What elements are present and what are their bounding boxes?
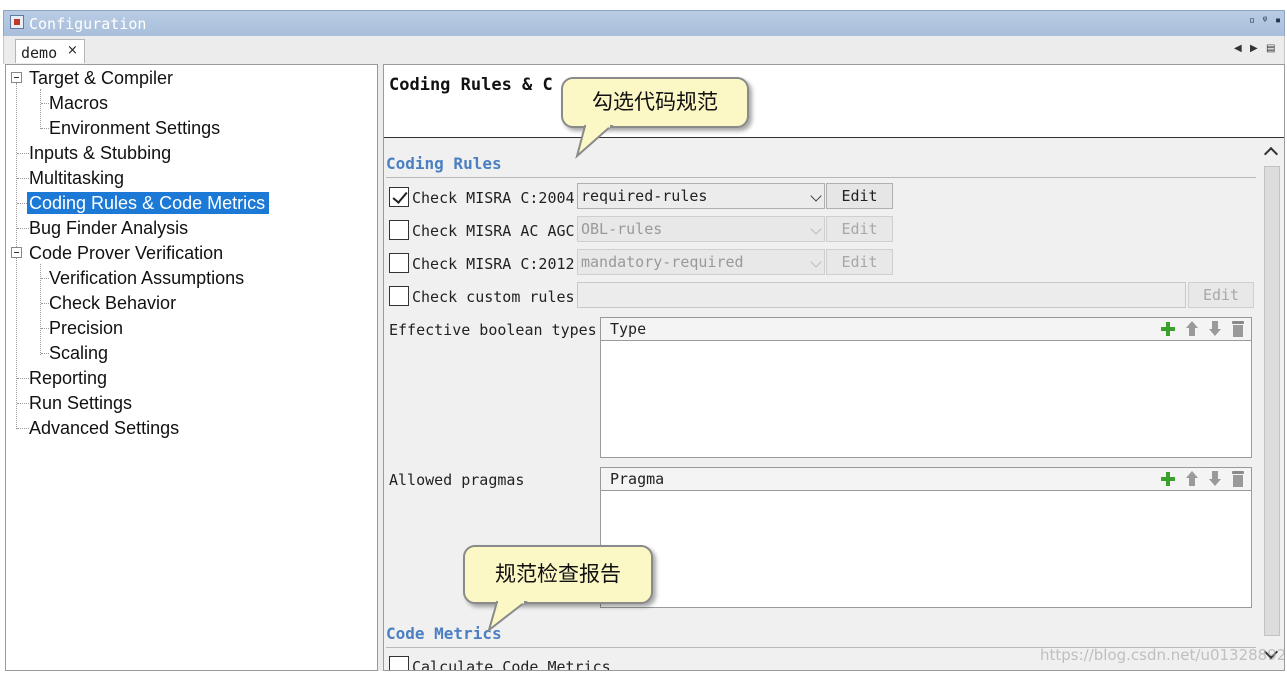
scroll-up-icon[interactable] (1263, 146, 1279, 162)
select-value: mandatory-required (581, 253, 744, 271)
add-icon[interactable] (1160, 471, 1176, 487)
delete-icon[interactable] (1230, 321, 1246, 337)
tree-item-check-behavior[interactable]: Check Behavior (49, 292, 176, 314)
tree-item-environment-settings[interactable]: Environment Settings (49, 117, 220, 139)
window-title: Configuration (29, 15, 147, 33)
tree-line (41, 103, 49, 104)
tab-strip: demo × ◀ ▶ ▤ (3, 36, 1285, 64)
tree-line (41, 328, 49, 329)
misra-c2004-select[interactable]: required-rules (577, 183, 825, 209)
tree-line (41, 278, 49, 279)
collapse-toggle-icon[interactable] (11, 72, 22, 83)
config-tree: Target & Compiler Macros Environment Set… (5, 64, 378, 671)
scrollbar-thumb[interactable] (1264, 166, 1280, 636)
misra-c2012-edit-button: Edit (826, 249, 893, 275)
pin-icon[interactable]: ᵠ (1259, 14, 1271, 28)
tab-scroll-right-icon[interactable]: ▶ (1250, 43, 1258, 54)
misra-ac-agc-label: Check MISRA AC AGC (412, 222, 575, 240)
callout-top: 勾选代码规范 (561, 77, 749, 159)
misra-c2004-edit-button[interactable]: Edit (826, 183, 893, 209)
table-header: Pragma (601, 468, 1251, 491)
misra-ac-agc-checkbox[interactable] (389, 220, 409, 240)
tree-item-target-compiler[interactable]: Target & Compiler (29, 67, 173, 89)
callout-bottom-text: 规范检查报告 (495, 562, 621, 586)
page-header: Coding Rules & C (384, 65, 1284, 138)
tree-item-coding-rules[interactable]: Coding Rules & Code Metrics (27, 192, 270, 214)
tree-item-multitasking[interactable]: Multitasking (29, 167, 124, 189)
tree-line (17, 178, 29, 179)
tree-item-advanced-settings[interactable]: Advanced Settings (29, 417, 179, 439)
pragmas-label: Allowed pragmas (389, 471, 525, 489)
tree-item-precision[interactable]: Precision (49, 317, 123, 339)
custom-rules-input[interactable] (577, 282, 1186, 308)
tree-line (17, 153, 29, 154)
tree-line (40, 89, 41, 129)
custom-rules-edit-button: Edit (1188, 282, 1254, 308)
move-down-icon[interactable] (1207, 471, 1223, 487)
tree-item-code-prover[interactable]: Code Prover Verification (29, 242, 223, 264)
column-header-type: Type (610, 320, 647, 338)
tree-item-scaling[interactable]: Scaling (49, 342, 108, 364)
chevron-down-icon (810, 190, 822, 202)
section-title-coding-rules: Coding Rules (386, 154, 502, 173)
calculate-metrics-checkbox[interactable] (389, 656, 409, 670)
boolean-types-label: Effective boolean types (389, 321, 597, 339)
move-up-icon[interactable] (1184, 471, 1200, 487)
chevron-down-icon (810, 223, 822, 235)
tree-item-bug-finder[interactable]: Bug Finder Analysis (29, 217, 188, 239)
tab-close-icon[interactable]: × (67, 43, 78, 58)
tab-scroll-left-icon[interactable]: ◀ (1234, 43, 1242, 54)
tree-line (17, 403, 29, 404)
select-value: OBL-rules (581, 220, 663, 238)
move-down-icon[interactable] (1207, 321, 1223, 337)
calculate-metrics-label: Calculate Code Metrics (412, 658, 611, 671)
delete-icon[interactable] (1230, 471, 1246, 487)
callout-bottom: 规范检查报告 (463, 545, 653, 633)
misra-ac-agc-select: OBL-rules (577, 216, 825, 242)
tab-demo[interactable]: demo × (15, 39, 85, 63)
tree-line (17, 378, 29, 379)
move-up-icon[interactable] (1184, 321, 1200, 337)
tree-line (41, 128, 49, 129)
callout-pointer (487, 600, 528, 633)
page-title: Coding Rules & C (389, 75, 553, 95)
misra-c2004-label: Check MISRA C:2004 (412, 189, 575, 207)
boolean-types-table[interactable]: Type (600, 317, 1252, 458)
tab-label: demo (21, 44, 58, 62)
tree-item-inputs-stubbing[interactable]: Inputs & Stubbing (29, 142, 171, 164)
tree-line (41, 353, 49, 354)
chevron-down-icon (810, 256, 822, 268)
restore-icon[interactable]: ▫ (1246, 14, 1258, 28)
collapse-toggle-icon[interactable] (11, 247, 22, 258)
misra-c2012-select: mandatory-required (577, 249, 825, 275)
vertical-scrollbar[interactable] (1260, 140, 1284, 670)
column-header-pragma: Pragma (610, 470, 665, 488)
window-titlebar: Configuration ▫ ᵠ ▪ (3, 10, 1285, 36)
custom-rules-checkbox[interactable] (389, 286, 409, 306)
tree-line (41, 303, 49, 304)
tree-line (17, 228, 29, 229)
tree-item-macros[interactable]: Macros (49, 92, 108, 114)
tree-item-run-settings[interactable]: Run Settings (29, 392, 132, 414)
tree-item-reporting[interactable]: Reporting (29, 367, 107, 389)
misra-c2012-label: Check MISRA C:2012 (412, 255, 575, 273)
callout-top-text: 勾选代码规范 (592, 90, 718, 114)
add-icon[interactable] (1160, 321, 1176, 337)
app-icon (10, 15, 24, 29)
tab-list-icon[interactable]: ▤ (1266, 43, 1275, 54)
custom-rules-label: Check custom rules (412, 288, 575, 306)
tree-line (17, 428, 29, 429)
close-window-icon[interactable]: ▪ (1272, 14, 1284, 28)
section-divider (386, 177, 1256, 178)
select-value: required-rules (581, 187, 708, 205)
misra-ac-agc-edit-button: Edit (826, 216, 893, 242)
section-title-code-metrics: Code Metrics (386, 624, 502, 643)
watermark: https://blog.csdn.net/u013288925 (1040, 646, 1287, 664)
tree-item-verification-assumptions[interactable]: Verification Assumptions (49, 267, 244, 289)
misra-c2012-checkbox[interactable] (389, 253, 409, 273)
misra-c2004-checkbox[interactable] (389, 187, 409, 207)
pragmas-table[interactable]: Pragma (600, 467, 1252, 608)
table-header: Type (601, 318, 1251, 341)
callout-pointer (575, 124, 614, 159)
